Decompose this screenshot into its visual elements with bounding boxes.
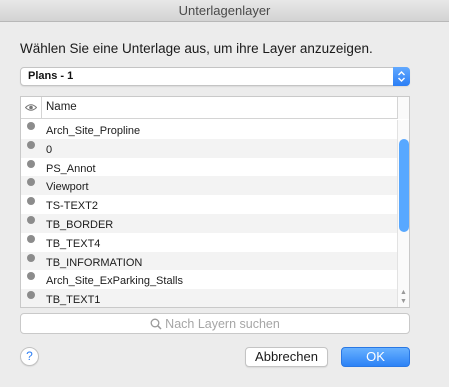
ok-button[interactable]: OK	[341, 347, 410, 367]
visibility-dot-icon[interactable]	[27, 272, 35, 281]
layer-name: TB_INFORMATION	[46, 256, 143, 269]
window-title: Unterlagenlayer	[0, 0, 449, 22]
layer-name: Arch_Site_Propline	[46, 125, 141, 137]
layer-name: Viewport	[46, 181, 89, 194]
visibility-dot-icon[interactable]	[27, 291, 35, 300]
scroll-down-icon[interactable]: ▼	[400, 298, 407, 306]
visibility-dot-icon[interactable]	[27, 253, 35, 262]
layer-name: Arch_Site_ExParking_Stalls	[46, 275, 183, 288]
column-header-name[interactable]: Name	[46, 101, 77, 113]
visibility-dot-icon[interactable]	[27, 178, 35, 187]
layer-name: TB_TEXT4	[46, 237, 101, 250]
layer-search-input[interactable]: Nach Layern suchen	[20, 313, 410, 334]
search-icon	[150, 318, 162, 330]
table-row[interactable]: PS_Annot	[21, 158, 397, 177]
layer-list: Arch_Site_Propline 0 PS_Annot Viewport TS-TE…	[21, 120, 397, 307]
underlay-select-value: Plans - 1	[28, 70, 74, 82]
updown-chevron-icon	[393, 67, 410, 86]
scroll-up-icon[interactable]: ▲	[400, 289, 407, 297]
visibility-dot-icon[interactable]	[27, 140, 35, 149]
table-row[interactable]: TB_INFORMATION	[21, 251, 397, 271]
visibility-dot-icon[interactable]	[27, 197, 35, 206]
table-row[interactable]: TB_TEXT4	[21, 233, 397, 252]
instruction-text: Wählen Sie eine Unterlage aus, um ihre L…	[20, 41, 373, 56]
layer-table: Name Arch_Site_Propline 0 PS_Annot Viewport…	[20, 96, 410, 308]
visibility-dot-icon[interactable]	[27, 159, 35, 168]
table-row[interactable]: TB_TEXT1	[21, 289, 397, 307]
table-row[interactable]: TS-TEXT2	[21, 195, 397, 214]
eye-icon[interactable]	[21, 97, 42, 119]
cancel-button[interactable]: Abbrechen	[245, 347, 328, 367]
visibility-dot-icon[interactable]	[27, 122, 35, 130]
vertical-scrollbar[interactable]: ▲ ▼	[397, 120, 409, 307]
table-row[interactable]: Arch_Site_Propline	[21, 120, 397, 139]
search-placeholder: Nach Layern suchen	[165, 317, 280, 331]
header-scroll-corner	[397, 97, 409, 119]
scrollbar-thumb[interactable]	[399, 139, 409, 232]
table-row[interactable]: Viewport	[21, 176, 397, 196]
visibility-dot-icon[interactable]	[27, 234, 35, 243]
underlay-select[interactable]: Plans - 1	[20, 67, 410, 86]
help-button[interactable]: ?	[20, 347, 39, 366]
table-header: Name	[21, 97, 409, 119]
layer-name: 0	[46, 143, 53, 156]
table-row[interactable]: Arch_Site_ExParking_Stalls	[21, 270, 397, 289]
table-row[interactable]: 0	[21, 138, 397, 158]
layer-name: PS_Annot	[46, 162, 96, 175]
layer-name: TB_BORDER	[46, 218, 114, 231]
visibility-dot-icon[interactable]	[27, 215, 35, 224]
layer-name: TB_TEXT1	[46, 294, 101, 307]
table-row[interactable]: TB_BORDER	[21, 213, 397, 233]
layer-name: TS-TEXT2	[46, 200, 98, 213]
